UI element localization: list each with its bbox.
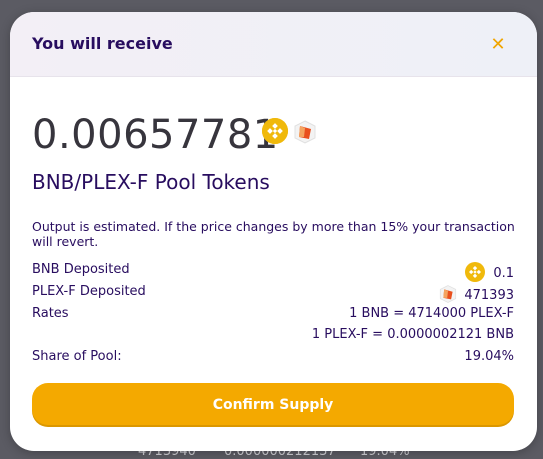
bnb-deposited-label: BNB Deposited <box>32 262 130 277</box>
receive-amount: 0.00657781 <box>32 112 279 158</box>
bnb-deposited-row: BNB Deposited 0.1 <box>32 262 514 282</box>
bnb-deposited-value: 0.1 <box>439 262 514 282</box>
confirm-supply-button[interactable]: Confirm Supply <box>32 383 514 427</box>
plex-icon <box>292 119 318 145</box>
rate-bnb-to-plex: 1 BNB = 4714000 PLEX-F <box>349 306 514 321</box>
bnb-small-icon <box>465 262 486 282</box>
rate-plex-to-bnb: 1 PLEX-F = 0.0000002121 BNB <box>311 327 514 342</box>
pool-tokens-label: BNB/PLEX-F Pool Tokens <box>32 170 270 194</box>
plex-deposited-label: PLEX-F Deposited <box>32 284 146 299</box>
plex-deposited-value: 471393 <box>438 284 514 304</box>
share-of-pool-value: 19.04% <box>464 349 514 364</box>
plex-small-icon <box>438 284 458 304</box>
rates-label: Rates <box>32 306 69 321</box>
plex-amount: 471393 <box>464 288 514 303</box>
estimate-note: Output is estimated. If the price change… <box>32 219 515 249</box>
plex-deposited-row: PLEX-F Deposited 471393 <box>32 284 514 304</box>
bnb-amount: 0.1 <box>493 266 514 281</box>
close-icon[interactable]: ✕ <box>489 36 507 54</box>
share-of-pool-label: Share of Pool: <box>32 349 122 364</box>
rates-row: Rates 1 BNB = 4714000 PLEX-F <box>32 306 514 324</box>
share-of-pool-row: Share of Pool: 19.04% <box>32 349 514 367</box>
receive-modal: You will receive ✕ 0.00657781 BNB/PLEX-F… <box>10 12 537 451</box>
bnb-icon <box>262 118 288 144</box>
rates-row-2: 1 PLEX-F = 0.0000002121 BNB <box>32 327 514 345</box>
modal-title: You will receive <box>32 34 173 53</box>
modal-header: You will receive ✕ <box>10 12 537 77</box>
